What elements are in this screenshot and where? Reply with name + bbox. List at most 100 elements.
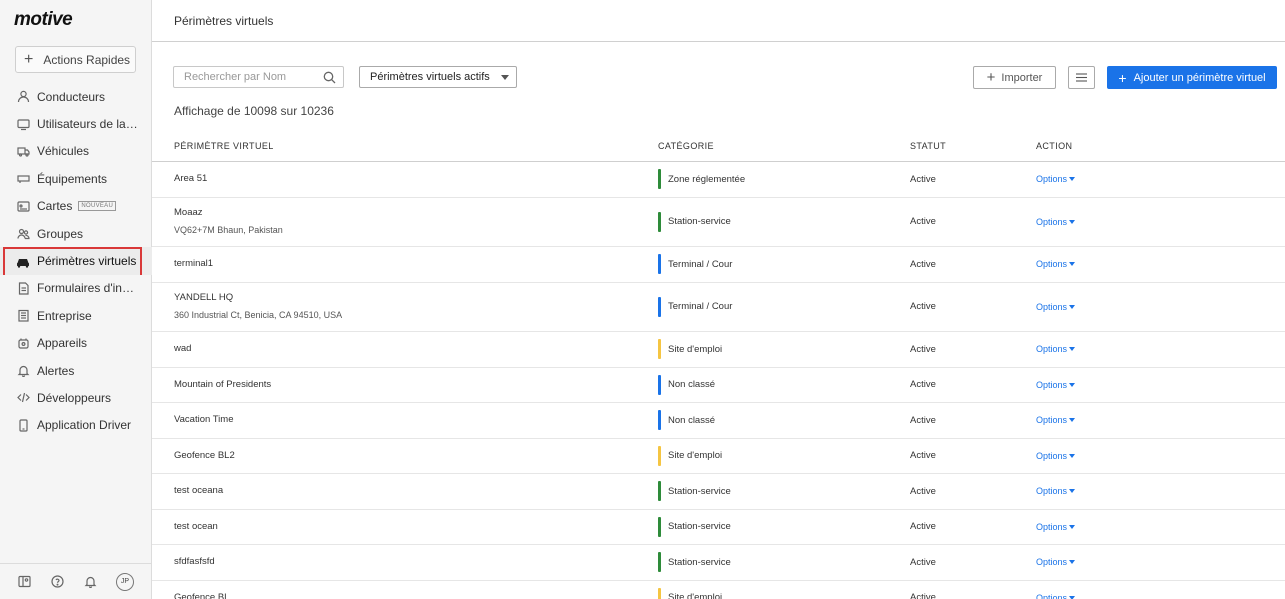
add-geofence-button[interactable]: + Ajouter un périmètre virtuel xyxy=(1107,66,1277,89)
geofence-name-cell: Moaaz VQ62+7M Bhaun, Pakistan xyxy=(174,207,283,236)
category-label: Site d'emploi xyxy=(668,450,723,462)
geofence-address: VQ62+7M Bhaun, Pakistan xyxy=(174,225,283,236)
category-color-bar xyxy=(658,296,661,317)
options-dropdown[interactable]: Options xyxy=(1036,593,1076,599)
table-header: PÉRIMÈTRE VIRTUEL CATÉGORIE STATUT ACTIO… xyxy=(152,130,1285,162)
import-label: Importer xyxy=(1001,71,1043,84)
sidebar-item-label: Équipements xyxy=(37,171,108,186)
category-color-bar xyxy=(658,339,661,360)
sidebar-item-9[interactable]: Appareils xyxy=(0,330,152,357)
caret-down-icon xyxy=(1069,418,1076,423)
category-cell: Station-service xyxy=(658,211,731,232)
category-label: Site d'emploi xyxy=(668,343,723,355)
caret-down-icon xyxy=(1069,489,1076,494)
building-icon xyxy=(16,309,30,323)
options-label: Options xyxy=(1036,450,1068,461)
user-avatar[interactable]: JP xyxy=(116,572,134,591)
geofence-name-cell: sfdfasfsfd xyxy=(174,556,215,568)
code-icon xyxy=(16,391,30,405)
geofence-address: 360 Industrial Ct, Benicia, CA 94510, US… xyxy=(174,310,343,321)
category-label: Station-service xyxy=(668,521,731,533)
search-input[interactable]: Rechercher par Nom xyxy=(173,66,344,88)
geofence-table: PÉRIMÈTRE VIRTUEL CATÉGORIE STATUT ACTIO… xyxy=(152,130,1285,599)
header-status[interactable]: STATUT xyxy=(910,141,946,151)
options-label: Options xyxy=(1036,486,1068,497)
category-cell: Station-service xyxy=(658,516,731,537)
sidebar-item-12[interactable]: Application Driver xyxy=(0,412,152,439)
options-dropdown[interactable]: Options xyxy=(1036,302,1076,312)
options-dropdown[interactable]: Options xyxy=(1036,344,1076,354)
header-name[interactable]: PÉRIMÈTRE VIRTUEL xyxy=(174,141,274,151)
motive-logo[interactable]: motive xyxy=(14,9,73,31)
options-label: Options xyxy=(1036,379,1068,390)
status-filter-select[interactable]: Périmètres virtuels actifs xyxy=(359,66,517,88)
category-color-bar xyxy=(658,211,661,232)
sidebar-item-4[interactable]: Cartes NOUVEAU xyxy=(0,193,152,220)
category-label: Non classé xyxy=(668,414,715,426)
sidebar-nav: Conducteurs Utilisateurs de la f... Véhicu… xyxy=(0,83,152,439)
table-row[interactable]: Area 51 Zone réglementée Active Options xyxy=(152,162,1285,198)
sidebar-item-6[interactable]: Périmètres virtuels xyxy=(0,247,152,275)
column-menu-button[interactable] xyxy=(1068,66,1095,89)
caret-down-icon xyxy=(1069,560,1076,565)
devices-icon xyxy=(16,336,30,350)
category-cell: Non classé xyxy=(658,410,715,431)
table-row[interactable]: wad Site d'emploi Active Options xyxy=(152,332,1285,368)
table-row[interactable]: sfdfasfsfd Station-service Active Options xyxy=(152,545,1285,581)
options-dropdown[interactable]: Options xyxy=(1036,259,1076,269)
sidebar-item-7[interactable]: Formulaires d'insp... xyxy=(0,275,152,302)
options-dropdown[interactable]: Options xyxy=(1036,521,1076,532)
sidebar-item-10[interactable]: Alertes xyxy=(0,357,152,384)
directory-icon[interactable] xyxy=(17,575,31,589)
quick-actions-button[interactable]: + Actions Rapides xyxy=(15,46,136,73)
import-button[interactable]: + Importer xyxy=(973,66,1056,89)
options-dropdown[interactable]: Options xyxy=(1036,174,1076,184)
sidebar-item-label: Formulaires d'insp... xyxy=(37,281,139,296)
options-label: Options xyxy=(1036,521,1068,532)
sidebar-item-2[interactable]: Véhicules xyxy=(0,138,152,165)
options-dropdown[interactable]: Options xyxy=(1036,379,1076,390)
table-row[interactable]: Moaaz VQ62+7M Bhaun, Pakistan Station-serv… xyxy=(152,198,1285,247)
geofence-name: YANDELL HQ xyxy=(174,292,234,304)
sidebar-item-11[interactable]: Développeurs xyxy=(0,384,152,411)
sidebar-item-0[interactable]: Conducteurs xyxy=(0,83,152,110)
caret-down-icon xyxy=(1069,382,1076,387)
help-icon[interactable] xyxy=(50,575,64,589)
category-cell: Station-service xyxy=(658,552,731,573)
sidebar-footer: JP xyxy=(0,563,152,599)
sidebar-item-1[interactable]: Utilisateurs de la f... xyxy=(0,110,152,137)
table-row[interactable]: Geofence BL Site d'emploi Active Options xyxy=(152,581,1285,599)
category-color-bar xyxy=(658,410,661,431)
options-dropdown[interactable]: Options xyxy=(1036,557,1076,567)
options-dropdown[interactable]: Options xyxy=(1036,415,1076,425)
table-row[interactable]: test ocean Station-service Active Options xyxy=(152,510,1285,545)
category-color-bar xyxy=(658,516,661,537)
table-row[interactable]: YANDELL HQ 360 Industrial Ct, Benicia, CA… xyxy=(152,283,1285,332)
sidebar-item-5[interactable]: Groupes xyxy=(0,220,152,247)
table-row[interactable]: test oceana Station-service Active Options xyxy=(152,474,1285,510)
options-dropdown[interactable]: Options xyxy=(1036,217,1076,227)
sidebar-item-8[interactable]: Entreprise xyxy=(0,302,152,329)
geofence-name-cell: test oceana xyxy=(174,485,223,497)
geofence-name-cell: wad xyxy=(174,343,191,355)
search-icon xyxy=(323,71,336,84)
options-dropdown[interactable]: Options xyxy=(1036,486,1076,497)
geofence-name: Vacation Time xyxy=(174,414,234,426)
sidebar-item-3[interactable]: Équipements xyxy=(0,165,152,192)
caret-down-icon xyxy=(1069,304,1076,309)
notifications-bell-icon[interactable] xyxy=(83,575,97,589)
search-placeholder: Rechercher par Nom xyxy=(184,71,287,83)
table-row[interactable]: Geofence BL2 Site d'emploi Active Options xyxy=(152,439,1285,474)
status-label: Active xyxy=(910,521,936,533)
table-row[interactable]: terminal1 Terminal / Cour Active Options xyxy=(152,247,1285,283)
category-label: Zone réglementée xyxy=(668,173,746,185)
category-label: Terminal / Cour xyxy=(668,258,733,270)
table-row[interactable]: Vacation Time Non classé Active Options xyxy=(152,403,1285,439)
geofence-name-cell: YANDELL HQ 360 Industrial Ct, Benicia, CA… xyxy=(174,292,342,321)
table-row[interactable]: Mountain of Presidents Non classé Active Op… xyxy=(152,368,1285,403)
status-label: Active xyxy=(910,173,936,185)
caret-down-icon xyxy=(1069,177,1076,182)
options-dropdown[interactable]: Options xyxy=(1036,450,1076,461)
header-category[interactable]: CATÉGORIE xyxy=(658,141,714,151)
plus-icon: + xyxy=(1118,69,1127,86)
